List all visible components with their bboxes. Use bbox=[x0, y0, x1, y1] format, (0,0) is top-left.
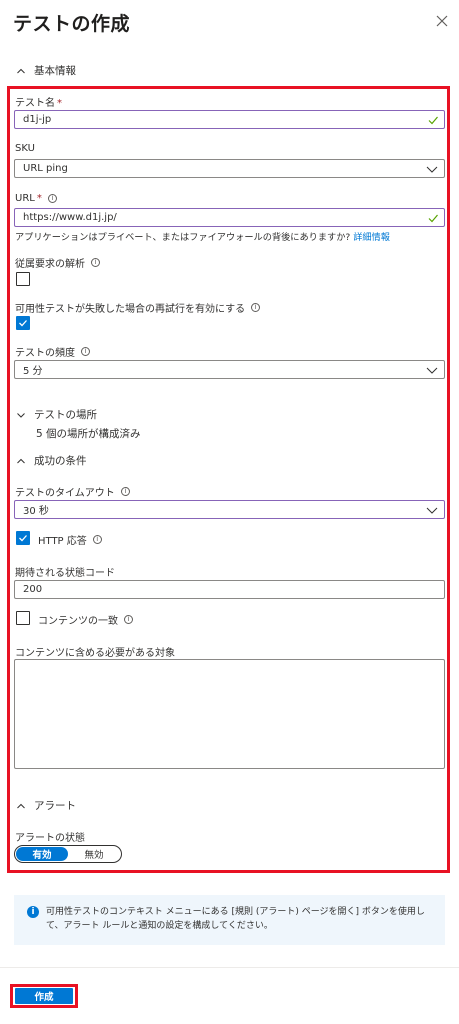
content-must-contain-textarea[interactable] bbox=[14, 659, 445, 769]
chevron-down-icon bbox=[426, 367, 438, 374]
info-message-text: 可用性テストのコンテキスト メニューにある [規則 (アラート) ページを開く]… bbox=[46, 907, 425, 931]
info-message-bar: i 可用性テストのコンテキスト メニューにある [規則 (アラート) ページを開… bbox=[14, 895, 445, 945]
retry-label: 可用性テストが失敗した場合の再試行を有効にする i bbox=[15, 300, 261, 315]
info-icon[interactable]: i bbox=[120, 487, 130, 496]
checkmark-icon bbox=[19, 320, 27, 327]
create-button-highlight: 作成 bbox=[10, 984, 78, 1008]
test-name-label: テスト名 * bbox=[15, 98, 62, 109]
retry-checkbox[interactable] bbox=[16, 316, 30, 330]
valid-check-icon bbox=[428, 116, 438, 125]
locations-summary: 5 個の場所が構成済み bbox=[36, 428, 141, 440]
footer-divider bbox=[0, 967, 459, 968]
info-icon[interactable]: i bbox=[81, 347, 90, 356]
section-alerts-label: アラート bbox=[34, 800, 76, 812]
url-help: アプリケーションはプライベート、またはファイアウォールの背後にありますか? 詳細… bbox=[15, 232, 390, 243]
timeout-label: テストのタイムアウト i bbox=[15, 484, 130, 499]
info-icon[interactable]: i bbox=[91, 258, 100, 267]
http-response-checkbox[interactable] bbox=[16, 531, 30, 545]
content-match-label: コンテンツの一致 i bbox=[38, 612, 133, 627]
chevron-up-icon bbox=[17, 68, 25, 73]
info-icon[interactable]: i bbox=[251, 303, 261, 312]
info-icon[interactable]: i bbox=[47, 194, 57, 203]
section-success-label: 成功の条件 bbox=[34, 455, 87, 467]
frequency-label: テストの頻度 i bbox=[15, 344, 90, 359]
alert-state-off[interactable]: 無効 bbox=[68, 847, 120, 861]
section-basic-label: 基本情報 bbox=[34, 65, 76, 77]
expected-status-input[interactable]: 200 bbox=[14, 580, 445, 599]
section-locations-label: テストの場所 bbox=[34, 409, 97, 421]
close-icon[interactable] bbox=[433, 12, 451, 30]
url-label: URL * i bbox=[15, 193, 57, 204]
http-response-label: HTTP 応答 i bbox=[38, 532, 102, 547]
timeout-dropdown[interactable]: 30 秒 bbox=[14, 500, 445, 519]
checkmark-icon bbox=[19, 535, 27, 542]
valid-check-icon bbox=[428, 214, 438, 223]
alert-state-toggle[interactable]: 有効 無効 bbox=[14, 845, 122, 863]
content-must-contain-label: コンテンツに含める必要がある対象 bbox=[15, 648, 175, 659]
chevron-up-icon bbox=[17, 458, 25, 463]
chevron-down-icon bbox=[426, 507, 438, 514]
info-icon: i bbox=[27, 906, 39, 918]
chevron-up-icon bbox=[17, 803, 25, 808]
sku-dropdown[interactable]: URL ping bbox=[14, 159, 445, 178]
parse-dependent-label: 従属要求の解析 i bbox=[15, 255, 100, 270]
section-locations-header[interactable]: テストの場所 bbox=[16, 407, 97, 422]
alert-state-on[interactable]: 有効 bbox=[16, 847, 68, 861]
sku-label: SKU bbox=[15, 143, 35, 154]
test-name-input[interactable]: d1j-jp bbox=[14, 110, 445, 129]
content-match-checkbox[interactable] bbox=[16, 611, 30, 625]
chevron-down-icon bbox=[426, 166, 438, 173]
section-success-header[interactable]: 成功の条件 bbox=[16, 453, 87, 468]
alert-state-label: アラートの状態 bbox=[15, 833, 85, 844]
section-alerts-header[interactable]: アラート bbox=[16, 798, 76, 813]
create-button[interactable]: 作成 bbox=[15, 988, 73, 1004]
info-icon[interactable]: i bbox=[92, 535, 102, 544]
info-icon[interactable]: i bbox=[124, 615, 133, 624]
panel-title: テストの作成 bbox=[13, 13, 131, 35]
expected-status-label: 期待される状態コード bbox=[15, 568, 115, 579]
frequency-dropdown[interactable]: 5 分 bbox=[14, 360, 445, 379]
section-basic-header[interactable]: 基本情報 bbox=[16, 63, 76, 78]
learn-more-link[interactable]: 詳細情報 bbox=[353, 232, 390, 243]
url-input[interactable]: https://www.d1j.jp/ bbox=[14, 208, 445, 227]
parse-dependent-checkbox[interactable] bbox=[16, 272, 30, 286]
chevron-down-icon bbox=[17, 412, 25, 418]
